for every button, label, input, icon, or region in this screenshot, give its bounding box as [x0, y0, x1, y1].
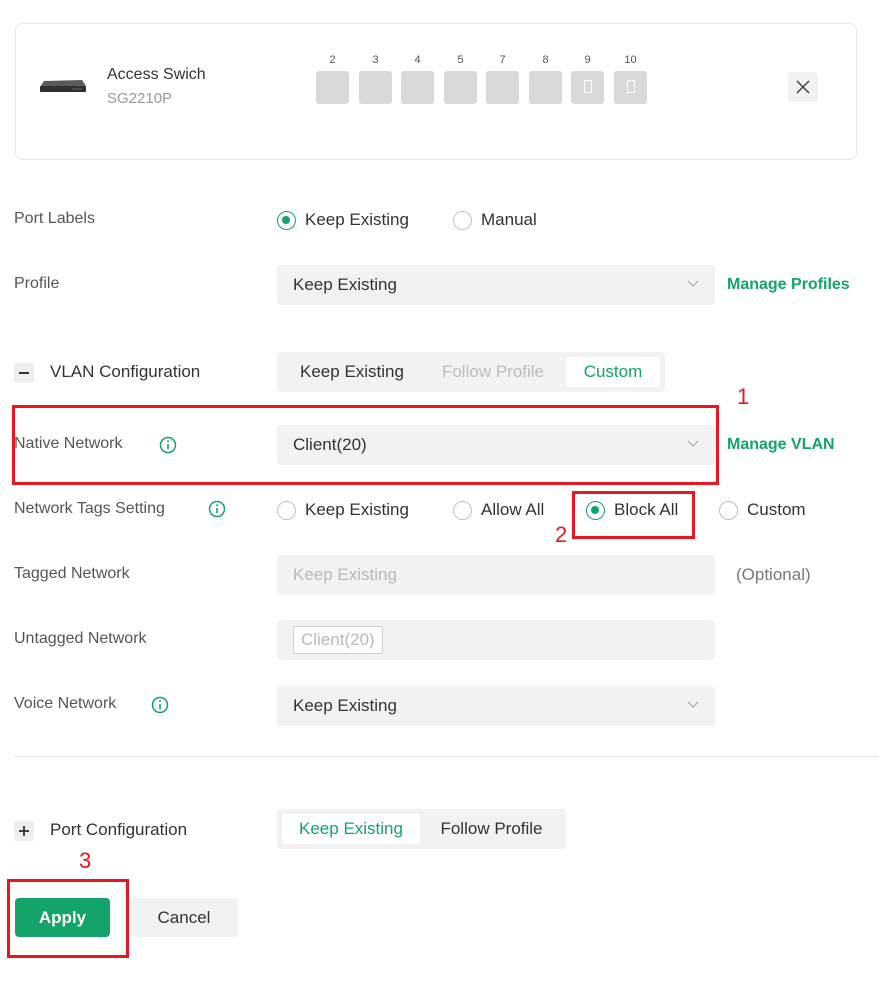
port-labels-label: Port Labels: [14, 210, 95, 227]
cancel-button[interactable]: Cancel: [130, 898, 238, 937]
voice-network-label: Voice Network: [14, 695, 117, 712]
tagged-network-field[interactable]: Keep Existing: [277, 555, 715, 595]
close-button[interactable]: [788, 72, 818, 102]
vlan-keep-existing-option[interactable]: Keep Existing: [287, 357, 417, 387]
port-number: 2: [329, 54, 336, 66]
port-box[interactable]: [316, 71, 349, 104]
port-box[interactable]: [444, 71, 477, 104]
collapse-toggle[interactable]: [14, 363, 34, 383]
network-tags-label: Network Tags Setting: [14, 500, 165, 517]
radio-label: Manual: [481, 210, 537, 229]
voice-network-select[interactable]: Keep Existing: [277, 686, 715, 726]
tags-allow-all-radio[interactable]: Allow All: [453, 500, 544, 520]
manage-vlan-link[interactable]: Manage VLAN: [727, 436, 835, 454]
device-name: Access Swich: [107, 66, 206, 83]
port-follow-profile-option[interactable]: Follow Profile: [425, 814, 558, 844]
chevron-down-icon: [687, 280, 699, 287]
port-labels-manual-radio[interactable]: Manual: [453, 210, 537, 230]
radio-label: Allow All: [481, 500, 545, 519]
port-number: 7: [499, 54, 506, 66]
vlan-follow-profile-option[interactable]: Follow Profile: [427, 357, 559, 387]
info-icon[interactable]: [151, 696, 169, 714]
annotation-number: 1: [737, 384, 750, 409]
port-7[interactable]: 7: [486, 53, 519, 104]
port-8[interactable]: 8: [529, 53, 562, 104]
annotation-number: 3: [79, 848, 92, 873]
switch-device-icon: [40, 80, 86, 92]
annotation-number: 2: [555, 522, 568, 547]
tagged-network-placeholder: Keep Existing: [293, 565, 397, 584]
tags-keep-existing-radio[interactable]: Keep Existing: [277, 500, 409, 520]
vlan-configuration-title: VLAN Configuration: [50, 362, 201, 381]
chevron-down-icon: [687, 701, 699, 708]
port-box[interactable]: [486, 71, 519, 104]
tagged-network-label: Tagged Network: [14, 565, 130, 582]
vlan-custom-option[interactable]: Custom: [566, 357, 660, 387]
port-config-segmented: Keep Existing Follow Profile: [277, 809, 566, 849]
port-number: 8: [542, 54, 549, 66]
radio-label: Keep Existing: [305, 500, 409, 519]
port-number: 10: [624, 54, 637, 66]
optional-hint: (Optional): [736, 565, 811, 584]
port-configuration-title: Port Configuration: [50, 820, 188, 839]
port-labels-keep-existing-radio[interactable]: Keep Existing: [277, 210, 409, 230]
port-4[interactable]: 4: [401, 53, 434, 104]
untagged-network-field: Client(20): [277, 620, 715, 660]
voice-network-value: Keep Existing: [293, 696, 397, 715]
port-keep-existing-option[interactable]: Keep Existing: [282, 814, 420, 844]
port-number: 9: [584, 54, 591, 66]
poe-port-icon[interactable]: [571, 71, 604, 104]
profile-select[interactable]: Keep Existing: [277, 265, 715, 305]
device-model: SG2210P: [107, 90, 173, 107]
poe-port-icon[interactable]: [614, 71, 647, 104]
radio-unchecked-icon: [277, 500, 296, 520]
section-divider: [14, 756, 879, 757]
port-3[interactable]: 3: [359, 53, 392, 104]
radio-unchecked-icon: [453, 500, 472, 520]
tags-custom-radio[interactable]: Custom: [719, 500, 806, 520]
annotation-box-block-all: [572, 491, 695, 539]
port-number: 4: [414, 54, 421, 66]
port-box[interactable]: [359, 71, 392, 104]
profile-label: Profile: [14, 275, 60, 292]
untagged-network-label: Untagged Network: [14, 630, 147, 647]
radio-label: Keep Existing: [305, 210, 409, 229]
port-9[interactable]: 9: [571, 53, 604, 104]
minus-icon: [19, 372, 29, 374]
radio-unchecked-icon: [453, 210, 472, 230]
annotation-box-apply: [7, 879, 129, 958]
port-5[interactable]: 5: [444, 53, 477, 104]
radio-unchecked-icon: [719, 500, 738, 520]
expand-toggle[interactable]: [14, 821, 34, 841]
port-number: 3: [372, 54, 379, 66]
annotation-box-native-network: [12, 405, 719, 485]
profile-select-value: Keep Existing: [293, 275, 397, 294]
port-box[interactable]: [529, 71, 562, 104]
device-card: Access Swich SG2210P 2 3 4 5 7 8 9 10: [15, 23, 857, 160]
radio-checked-icon: [277, 210, 296, 230]
port-10[interactable]: 10: [614, 53, 647, 104]
manage-profiles-link[interactable]: Manage Profiles: [727, 276, 850, 294]
vlan-config-segmented: Keep Existing Follow Profile Custom: [277, 352, 665, 392]
port-box[interactable]: [401, 71, 434, 104]
plus-icon: [19, 826, 29, 836]
close-icon: [796, 80, 810, 94]
port-number: 5: [457, 54, 464, 66]
port-2[interactable]: 2: [316, 53, 349, 104]
info-icon[interactable]: [208, 500, 226, 518]
untagged-network-chip: Client(20): [293, 626, 383, 654]
radio-label: Custom: [747, 500, 806, 519]
